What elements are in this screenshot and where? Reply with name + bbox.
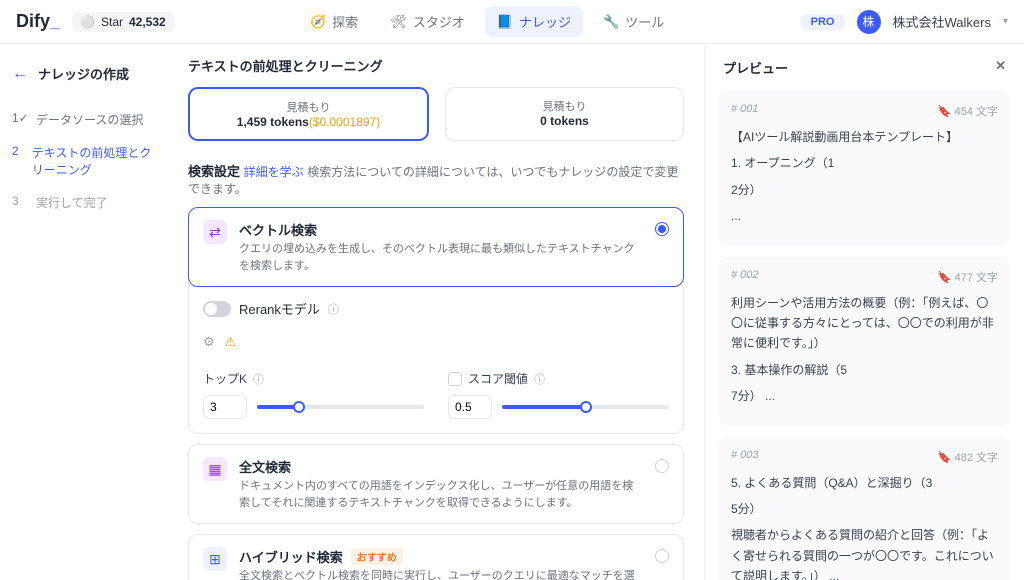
fulltext-icon: ▦ — [203, 457, 227, 481]
chunk-id: # 001 — [731, 103, 759, 119]
step-3[interactable]: 3実行して完了 — [12, 194, 156, 211]
radio-fulltext[interactable] — [655, 459, 669, 473]
chunk-id: # 003 — [731, 449, 759, 465]
estimate-box-1[interactable]: 見積もり 1,459 tokens($0.0001897) — [188, 87, 429, 141]
hybrid-icon: ⊞ — [203, 547, 227, 571]
step-1[interactable]: 1✓データソースの選択 — [12, 111, 156, 128]
chunk-body: 5. よくある質問（Q&A）と深掘り（35分）視聴者からよくある質問の紹介と回答… — [731, 473, 998, 580]
param-score: スコア閾値ⓘ — [448, 370, 669, 419]
option-vector-search[interactable]: ⇄ ベクトル検索 クエリの埋め込みを生成し、そのベクトル表現に最も類似したテキス… — [188, 207, 684, 287]
settings-icon: ⚙ — [203, 334, 215, 350]
nav-tools[interactable]: 🔧ツール — [591, 6, 676, 37]
preview-panel: プレビュー ✕ # 001 🔖 454 文字【AIツール解説動画用台本テンプレート… — [704, 44, 1024, 580]
sidebar: ← ナレッジの作成 1✓データソースの選択 2テキストの前処理とクリーニング 3… — [0, 44, 168, 580]
nav-explore[interactable]: 🧭探索 — [298, 6, 370, 37]
avatar[interactable]: 株 — [857, 10, 881, 34]
help-icon[interactable]: ⓘ — [253, 371, 264, 387]
logo[interactable]: Dify_ — [16, 11, 60, 32]
nav-knowledge[interactable]: 📘ナレッジ — [485, 6, 583, 37]
topnav: 🧭探索 🛠スタジオ 📘ナレッジ 🔧ツール — [298, 6, 676, 37]
github-star[interactable]: ⚪ Star 42,532 — [72, 12, 174, 32]
warning-icon: ⚠ — [225, 334, 237, 350]
chunk-chars: 🔖 454 文字 — [938, 103, 998, 119]
step-2[interactable]: 2テキストの前処理とクリーニング — [12, 144, 156, 178]
chunk-card[interactable]: # 003 🔖 482 文字 5. よくある質問（Q&A）と深掘り（35分）視聴者か… — [719, 437, 1010, 580]
chunk-chars: 🔖 477 文字 — [938, 269, 998, 285]
score-checkbox[interactable] — [448, 372, 462, 386]
nav-studio[interactable]: 🛠スタジオ — [378, 6, 477, 37]
topk-input[interactable] — [203, 395, 247, 419]
org-name[interactable]: 株式会社Walkers — [893, 12, 991, 31]
chevron-down-icon[interactable]: ▾ — [1003, 16, 1008, 27]
topk-slider[interactable] — [257, 405, 424, 409]
chunk-card[interactable]: # 002 🔖 477 文字利用シーンや活用方法の概要（例：「例えば、〇〇に従事す… — [719, 257, 1010, 425]
back-arrow-icon: ← — [12, 65, 28, 83]
radio-hybrid[interactable] — [655, 549, 669, 563]
vector-icon: ⇄ — [203, 220, 227, 244]
chunk-card[interactable]: # 001 🔖 454 文字【AIツール解説動画用台本テンプレート】1. オープニ… — [719, 91, 1010, 245]
preview-title: プレビュー — [723, 58, 788, 77]
rerank-toggle[interactable] — [203, 301, 231, 317]
chunk-body: 利用シーンや活用方法の概要（例：「例えば、〇〇に従事する方々にとっては、〇〇での… — [731, 293, 998, 407]
github-icon: ⚪ — [80, 15, 95, 29]
param-topk: トップKⓘ — [203, 370, 424, 419]
chunk-chars: 🔖 482 文字 — [938, 449, 998, 465]
rerank-label: Rerankモデル — [239, 299, 320, 318]
option-fulltext-search[interactable]: ▦ 全文検索 ドキュメント内のすべての用語をインデックス化し、ユーザーが任意の用… — [188, 444, 684, 524]
option-hybrid-search[interactable]: ⊞ ハイブリッド検索おすすめ 全文検索とベクトル検索を同時に実行し、ユーザーのク… — [188, 534, 684, 580]
score-input[interactable] — [448, 395, 492, 419]
back-link[interactable]: ← ナレッジの作成 — [12, 64, 156, 83]
help-icon[interactable]: ⓘ — [328, 301, 339, 317]
close-icon[interactable]: ✕ — [995, 58, 1006, 77]
chunk-body: 【AIツール解説動画用台本テンプレート】1. オープニング（12分）... — [731, 127, 998, 227]
search-settings-label: 検索設定 — [188, 164, 240, 179]
estimate-box-2[interactable]: 見積もり 0 tokens — [445, 87, 684, 141]
topbar: Dify_ ⚪ Star 42,532 🧭探索 🛠スタジオ 📘ナレッジ 🔧ツール… — [0, 0, 1024, 44]
vector-subpanel: Rerankモデル ⓘ ⚙ ⚠ トップKⓘ スコア閾値ⓘ — [188, 277, 684, 434]
learn-more-link[interactable]: 詳細を学ぶ — [244, 165, 304, 179]
section-title: テキストの前処理とクリーニング — [188, 56, 684, 75]
help-icon[interactable]: ⓘ — [534, 371, 545, 387]
pro-badge: PRO — [801, 14, 845, 30]
chunk-id: # 002 — [731, 269, 759, 285]
score-slider[interactable] — [502, 405, 669, 409]
radio-vector[interactable] — [655, 222, 669, 236]
content: テキストの前処理とクリーニング 見積もり 1,459 tokens($0.000… — [168, 44, 704, 580]
